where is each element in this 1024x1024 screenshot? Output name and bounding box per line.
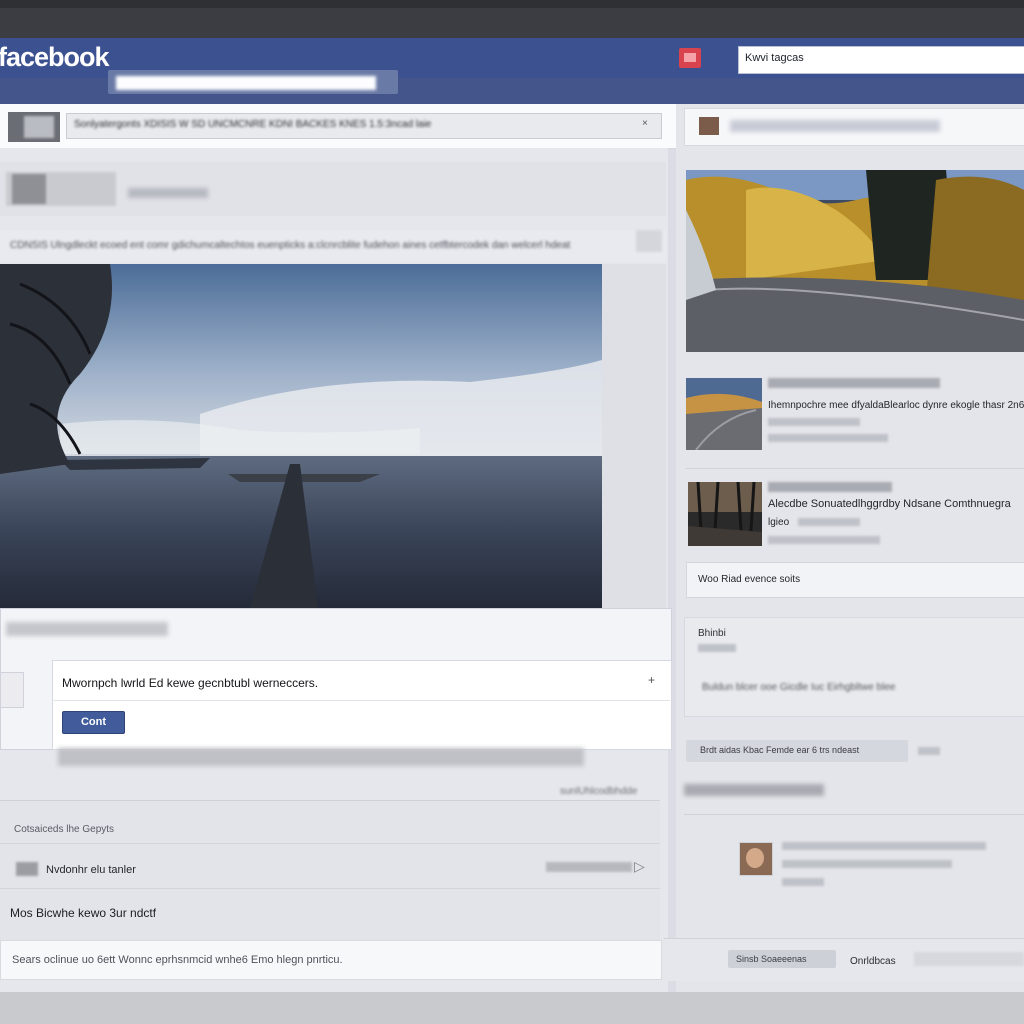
post-actions-bar bbox=[58, 748, 584, 766]
sidebar-divider bbox=[686, 468, 1024, 469]
sidebar-chip-meta bbox=[918, 747, 940, 755]
top-right-input-value: Kwvi tagcas bbox=[745, 52, 804, 64]
post-caption: CDNSIS Ulngdleckt ecoed ent comr gdichum… bbox=[10, 240, 571, 251]
sidebar-panel bbox=[684, 617, 1024, 717]
sidebar-panel-text: Buldun blcer ooe Gicdle Iuc Eirhgbltwe b… bbox=[702, 682, 896, 693]
dialog-confirm-button[interactable]: Cont bbox=[62, 711, 125, 734]
sidebar-card-2-meta-2 bbox=[768, 536, 880, 544]
photo-side-gutter bbox=[602, 264, 666, 608]
bottom-edge bbox=[0, 992, 1024, 1024]
sidebar-card-2-title[interactable] bbox=[768, 482, 892, 492]
sidebar-footer-icons[interactable] bbox=[914, 952, 1024, 966]
dialog-close-icon[interactable]: + bbox=[648, 673, 655, 687]
sidebar-card-2-meta bbox=[798, 518, 860, 526]
browser-chrome-edge bbox=[0, 0, 1024, 8]
autumn-road-illustration bbox=[686, 170, 1024, 352]
sidebar-card-1-meta-2 bbox=[768, 434, 888, 442]
play-icon[interactable]: ▷ bbox=[634, 858, 645, 875]
comment-meta bbox=[546, 862, 632, 872]
friend-name[interactable] bbox=[782, 842, 986, 850]
dialog-message: Mwornpch lwrld Ed kewe gecnbtubl wernecc… bbox=[62, 676, 319, 690]
sidebar-footer-pill-text: Sinsb Soaeeenas bbox=[736, 954, 807, 964]
friend-meta bbox=[782, 878, 824, 886]
sidebar-friend-suggestion bbox=[684, 814, 1024, 903]
commenter-avatar[interactable] bbox=[16, 862, 38, 876]
sidebar-card-2-text-2: lgieo bbox=[768, 517, 790, 528]
post-link[interactable]: sunlUhlcodbhdde bbox=[560, 786, 656, 800]
lake-photo-illustration bbox=[0, 264, 602, 608]
sidebar-card-1-thumbnail[interactable] bbox=[686, 378, 762, 450]
notifications-icon-glyph bbox=[684, 53, 696, 62]
comment-text: Mos Bicwhe kewo 3ur ndctf bbox=[10, 906, 157, 920]
sidebar-footer-text: Onrldbcas bbox=[850, 956, 896, 967]
composer-avatar-image bbox=[24, 116, 54, 138]
post-options-button[interactable] bbox=[636, 230, 662, 252]
sidebar-panel-meta bbox=[698, 644, 736, 652]
friend-details bbox=[782, 860, 952, 868]
sidebar-tagline bbox=[684, 784, 824, 796]
sidebar-card-1-text: Ihemnpochre mee dfyaldaBlearloc dynre ek… bbox=[768, 400, 1024, 411]
sidebar-chip-text: Brdt aidas Kbac Femde ear 6 trs ndeast bbox=[700, 745, 860, 755]
sidebar-featured-photo[interactable] bbox=[686, 170, 1024, 352]
sidebar-card-1-title[interactable] bbox=[768, 378, 940, 388]
sidebar-link-text: Woo Riad evence soits bbox=[698, 574, 801, 585]
post-author-name[interactable] bbox=[128, 188, 208, 198]
comments-divider-2 bbox=[0, 888, 660, 889]
dialog-panel bbox=[52, 660, 672, 750]
search-input-value bbox=[116, 76, 376, 90]
comment-input-text: Sears oclinue uo 6ett Wonnc eprhsnmcid w… bbox=[12, 954, 343, 966]
sidebar-panel-title: Bhinbi bbox=[698, 628, 726, 639]
commenter-name[interactable]: Nvdonhr elu tanler bbox=[46, 864, 136, 876]
sidebar-card-2-text: Alecdbe Sonuatedlhggrdby Ndsane Comthnue… bbox=[768, 498, 1011, 510]
friend-avatar-face bbox=[746, 848, 764, 868]
dialog-title bbox=[6, 622, 168, 636]
sidebar-card-1-meta bbox=[768, 418, 860, 426]
facebook-logo[interactable]: facebook bbox=[0, 42, 110, 73]
forest-thumbnail-illustration bbox=[688, 482, 762, 546]
sidebar-profile-avatar[interactable] bbox=[699, 117, 719, 135]
dialog-divider bbox=[52, 700, 670, 701]
composer-clear-icon[interactable]: × bbox=[642, 118, 648, 129]
dialog-side-tab[interactable] bbox=[0, 672, 24, 708]
sidebar-card-2-thumbnail[interactable] bbox=[688, 482, 762, 546]
comments-label: Cotsaiceds lhe Gepyts bbox=[14, 824, 115, 835]
post-author-avatar[interactable] bbox=[12, 174, 46, 204]
post-photo[interactable] bbox=[0, 264, 602, 608]
road-thumbnail-illustration bbox=[686, 378, 762, 450]
composer-input-text: Sonlyatergonts XDISIS W SD UNCMCNRE KDNI… bbox=[74, 119, 432, 130]
comments-divider bbox=[0, 843, 660, 844]
sidebar-profile-name[interactable] bbox=[730, 120, 940, 132]
